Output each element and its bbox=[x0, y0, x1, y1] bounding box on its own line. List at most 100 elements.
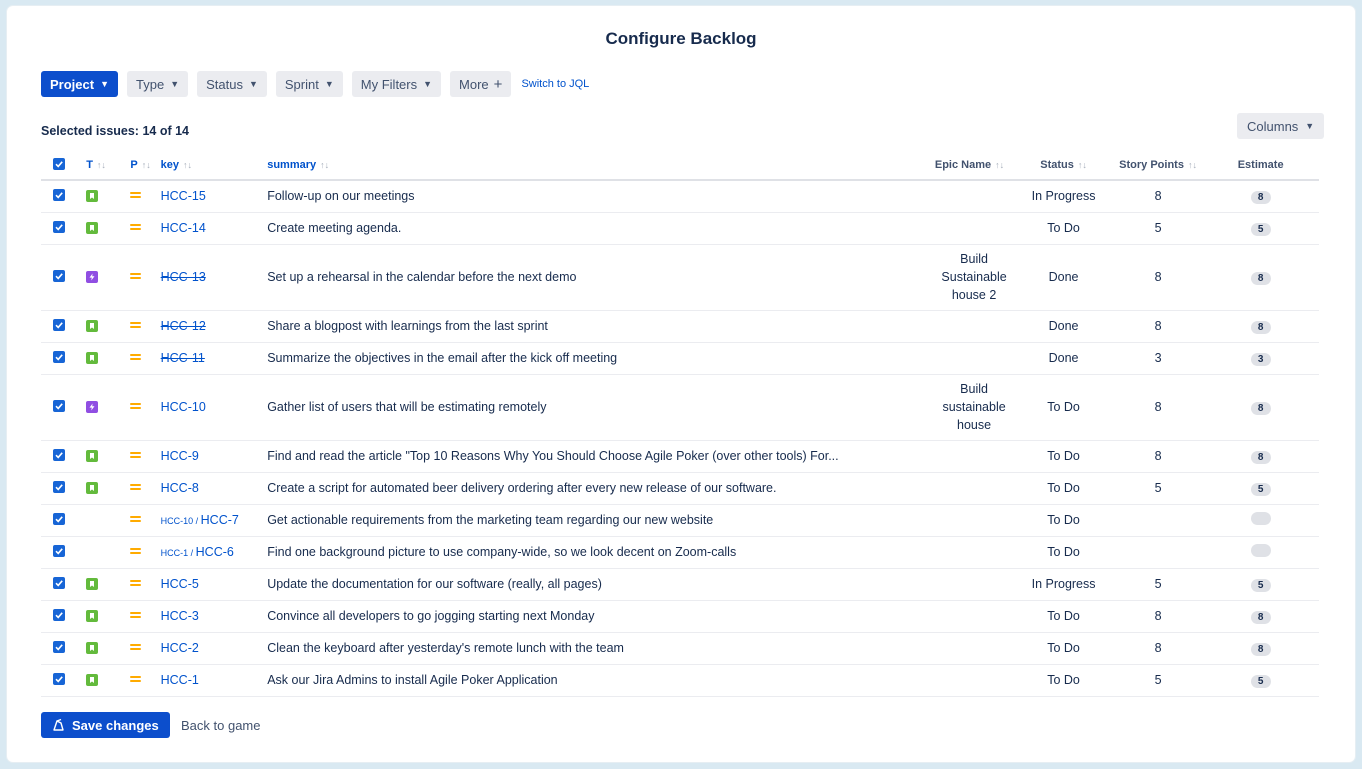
priority-medium-icon bbox=[130, 190, 142, 200]
column-header-status[interactable]: Status ↑↓ bbox=[1013, 151, 1114, 181]
filter-project-button[interactable]: Project ▼ bbox=[41, 71, 118, 97]
plus-icon: + bbox=[493, 75, 503, 93]
column-header-priority[interactable]: P ↑↓ bbox=[118, 151, 161, 181]
issue-key-cell: HCC-1 bbox=[160, 664, 268, 697]
epic-name-cell bbox=[934, 310, 1014, 343]
columns-button[interactable]: Columns ▼ bbox=[1237, 113, 1325, 139]
filter-status-button[interactable]: Status ▼ bbox=[197, 71, 267, 97]
estimate-badge: 8 bbox=[1250, 320, 1271, 334]
column-header-story-points[interactable]: Story Points ↑↓ bbox=[1113, 151, 1203, 181]
filter-type-button[interactable]: Type ▼ bbox=[127, 71, 189, 97]
column-header-epic-name[interactable]: Epic Name ↑↓ bbox=[934, 151, 1014, 181]
priority-medium-icon bbox=[130, 610, 142, 620]
table-row[interactable]: HCC-9 Find and read the article "Top 10 … bbox=[41, 440, 1319, 473]
epic-name-line: house 2 bbox=[951, 288, 997, 302]
back-to-game-link[interactable]: Back to game bbox=[181, 718, 261, 733]
filter-sprint-button[interactable]: Sprint ▼ bbox=[275, 71, 343, 97]
chevron-down-icon: ▼ bbox=[170, 79, 180, 89]
summary-cell: Follow-up on our meetings bbox=[267, 180, 935, 213]
sort-icon: ↑↓ bbox=[141, 160, 151, 170]
estimate-badge: 8 bbox=[1250, 642, 1271, 656]
story-points-cell: 5 bbox=[1113, 472, 1203, 505]
summary-cell: Update the documentation for our softwar… bbox=[267, 568, 935, 601]
issue-key-link[interactable]: HCC-11 bbox=[161, 351, 205, 365]
row-checkbox[interactable] bbox=[53, 270, 65, 282]
issue-key-cell: HCC-13 bbox=[160, 244, 268, 311]
column-header-key[interactable]: key ↑↓ bbox=[160, 151, 268, 181]
issue-key-link[interactable]: HCC-13 bbox=[161, 270, 206, 284]
table-row[interactable]: HCC-13 Set up a rehearsal in the calenda… bbox=[41, 244, 1319, 311]
issue-key-link[interactable]: HCC-15 bbox=[161, 189, 206, 203]
issue-key-link[interactable]: HCC-3 bbox=[161, 609, 199, 623]
table-row[interactable]: HCC-10 Gather list of users that will be… bbox=[41, 374, 1319, 441]
row-checkbox[interactable] bbox=[53, 577, 65, 589]
filter-label: Status bbox=[206, 76, 243, 92]
table-row[interactable]: HCC-12 Share a blogpost with learnings f… bbox=[41, 310, 1319, 343]
table-row[interactable]: HCC-2 Clean the keyboard after yesterday… bbox=[41, 632, 1319, 665]
row-checkbox[interactable] bbox=[53, 481, 65, 493]
switch-to-jql-link[interactable]: Switch to JQL bbox=[521, 78, 589, 90]
checkmark-icon bbox=[55, 484, 63, 491]
issue-key-link[interactable]: HCC-14 bbox=[161, 221, 206, 235]
priority-cell bbox=[118, 568, 161, 601]
row-checkbox[interactable] bbox=[53, 609, 65, 621]
row-checkbox[interactable] bbox=[53, 673, 65, 685]
issue-type-cell bbox=[76, 472, 119, 505]
priority-cell bbox=[118, 664, 161, 697]
row-checkbox[interactable] bbox=[53, 400, 65, 412]
row-checkbox[interactable] bbox=[53, 189, 65, 202]
sort-icon: ↑↓ bbox=[320, 160, 330, 170]
issue-key-link[interactable]: HCC-10 bbox=[161, 400, 206, 414]
table-row[interactable]: HCC-8 Create a script for automated beer… bbox=[41, 472, 1319, 505]
issue-key-link[interactable]: HCC-6 bbox=[196, 545, 234, 559]
summary-cell: Gather list of users that will be estima… bbox=[267, 374, 935, 441]
row-checkbox[interactable] bbox=[53, 221, 65, 233]
issue-key-cell: HCC-14 bbox=[160, 212, 268, 245]
issue-key-link[interactable]: HCC-7 bbox=[201, 513, 239, 527]
table-row[interactable]: HCC-14 Create meeting agenda. To Do 5 5 bbox=[41, 212, 1319, 245]
selected-issues-count: Selected issues: 14 of 14 bbox=[41, 124, 189, 138]
chevron-down-icon: ▼ bbox=[100, 79, 109, 89]
column-header-summary[interactable]: summary ↑↓ bbox=[267, 151, 935, 181]
column-header-type[interactable]: T ↑↓ bbox=[76, 151, 119, 181]
row-checkbox[interactable] bbox=[53, 449, 65, 461]
table-row[interactable]: HCC-11 Summarize the objectives in the e… bbox=[41, 342, 1319, 375]
table-row[interactable]: HCC-1 / HCC-6 Find one background pictur… bbox=[41, 536, 1319, 569]
chevron-down-icon: ▼ bbox=[324, 79, 334, 89]
priority-cell bbox=[118, 244, 161, 311]
filter-my-filters-button[interactable]: My Filters ▼ bbox=[351, 71, 442, 97]
row-checkbox[interactable] bbox=[53, 351, 65, 363]
filter-more-button[interactable]: More + bbox=[450, 71, 512, 97]
priority-medium-icon bbox=[130, 401, 142, 411]
issue-key-link[interactable]: HCC-8 bbox=[161, 481, 199, 495]
story-type-icon bbox=[86, 320, 99, 332]
table-header-row: T ↑↓ P ↑↓ key ↑↓ summary ↑↓ Epic Name ↑↓ Stat… bbox=[41, 151, 1319, 181]
sort-icon: ↑↓ bbox=[182, 160, 192, 170]
select-all-checkbox[interactable] bbox=[53, 158, 65, 170]
table-row[interactable]: HCC-3 Convince all developers to go jogg… bbox=[41, 600, 1319, 633]
parent-key-link[interactable]: HCC-1 / bbox=[161, 548, 196, 558]
issue-key-link[interactable]: HCC-1 bbox=[161, 673, 199, 687]
table-row[interactable]: HCC-5 Update the documentation for our s… bbox=[41, 568, 1319, 601]
epic-type-icon bbox=[86, 401, 99, 413]
table-row[interactable]: HCC-10 / HCC-7 Get actionable requiremen… bbox=[41, 504, 1319, 537]
chevron-down-icon: ▼ bbox=[248, 79, 258, 89]
epic-name-cell bbox=[934, 600, 1014, 633]
row-checkbox[interactable] bbox=[53, 513, 65, 525]
issue-key-link[interactable]: HCC-2 bbox=[161, 641, 199, 655]
row-checkbox[interactable] bbox=[53, 545, 65, 557]
status-cell: Done bbox=[1013, 310, 1114, 343]
priority-cell bbox=[118, 472, 161, 505]
parent-key-link[interactable]: HCC-10 / bbox=[161, 516, 201, 526]
issue-key-link[interactable]: HCC-5 bbox=[161, 577, 199, 591]
table-row[interactable]: HCC-1 Ask our Jira Admins to install Agi… bbox=[41, 664, 1319, 697]
issue-key-link[interactable]: HCC-9 bbox=[161, 449, 199, 463]
row-checkbox[interactable] bbox=[53, 641, 65, 653]
table-row[interactable]: HCC-15 Follow-up on our meetings In Prog… bbox=[41, 180, 1319, 213]
save-changes-button[interactable]: Save changes bbox=[41, 712, 170, 738]
summary-cell: Create meeting agenda. bbox=[267, 212, 935, 245]
issue-key-link[interactable]: HCC-12 bbox=[161, 319, 206, 333]
row-checkbox[interactable] bbox=[53, 319, 65, 331]
story-type-icon bbox=[86, 578, 99, 590]
sort-icon: ↑↓ bbox=[1077, 160, 1087, 170]
